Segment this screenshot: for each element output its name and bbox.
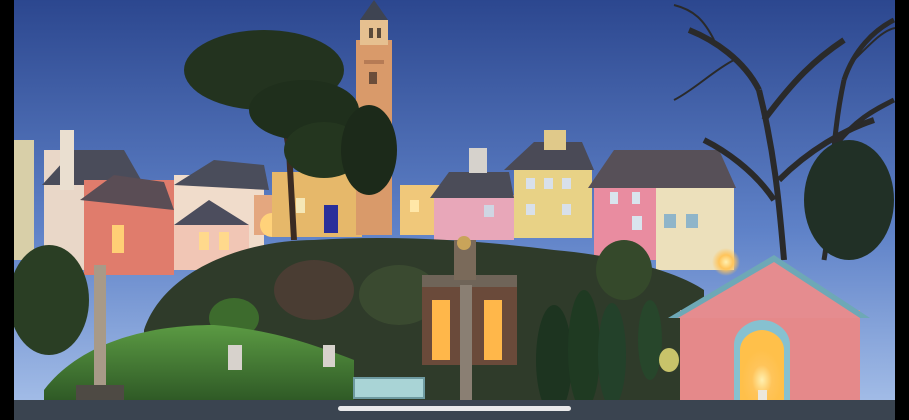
stone-column — [94, 265, 106, 385]
village-photo — [14, 0, 895, 420]
pine-right — [804, 140, 894, 260]
photo-frame — [0, 0, 909, 420]
letterbox-left — [0, 0, 14, 420]
home-indicator[interactable] — [338, 406, 571, 411]
garden-bench — [353, 377, 425, 399]
letterbox-right — [895, 0, 909, 420]
